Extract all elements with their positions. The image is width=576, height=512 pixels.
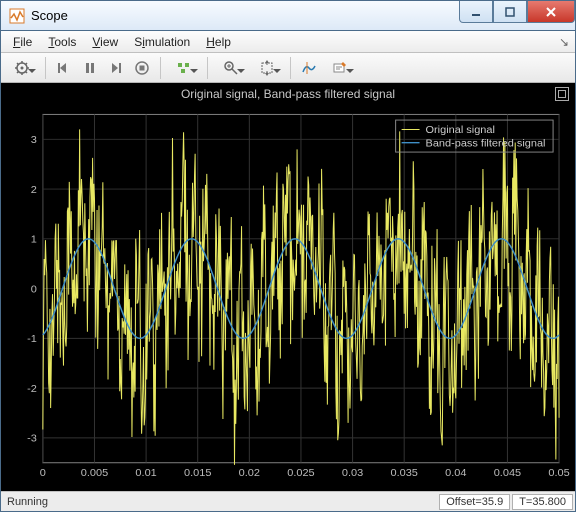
- svg-text:-3: -3: [27, 433, 37, 445]
- plot-title: Original signal, Band-pass filtered sign…: [1, 87, 575, 101]
- menu-help[interactable]: Help: [198, 33, 239, 51]
- svg-text:0.035: 0.035: [390, 467, 417, 479]
- menu-file[interactable]: File: [5, 33, 40, 51]
- autoscale-button[interactable]: [250, 56, 284, 80]
- zoom-button[interactable]: [214, 56, 248, 80]
- app-icon: [9, 8, 25, 24]
- svg-text:-1: -1: [27, 333, 37, 345]
- svg-text:0: 0: [31, 284, 37, 296]
- svg-text:0.015: 0.015: [184, 467, 211, 479]
- status-state: Running: [3, 496, 437, 508]
- annotate-button[interactable]: [323, 56, 357, 80]
- menu-view[interactable]: View: [84, 33, 126, 51]
- settings-button[interactable]: [5, 56, 39, 80]
- svg-text:0.02: 0.02: [239, 467, 260, 479]
- svg-text:0.03: 0.03: [342, 467, 363, 479]
- svg-text:0.04: 0.04: [445, 467, 466, 479]
- svg-text:0.025: 0.025: [287, 467, 314, 479]
- step-forward-button[interactable]: [104, 56, 128, 80]
- svg-text:1: 1: [31, 234, 37, 246]
- legend-label-1: Original signal: [426, 125, 495, 137]
- titlebar[interactable]: Scope: [1, 1, 575, 31]
- minimize-button[interactable]: [459, 1, 493, 23]
- status-time: T=35.800: [512, 494, 573, 510]
- svg-text:3: 3: [31, 134, 37, 146]
- plot-svg: -3 -2 -1 0 1 2 3 0 0.005 0.01 0.015 0.02 0.025 0.03 0…: [1, 105, 575, 491]
- svg-text:-2: -2: [27, 383, 37, 395]
- menubar: File Tools View Simulation Help ↘: [1, 31, 575, 53]
- svg-text:0.005: 0.005: [81, 467, 108, 479]
- svg-text:0.01: 0.01: [135, 467, 156, 479]
- menu-simulation[interactable]: Simulation: [126, 33, 198, 51]
- close-button[interactable]: [527, 1, 575, 23]
- cursor-button[interactable]: [297, 56, 321, 80]
- svg-text:2: 2: [31, 184, 37, 196]
- step-back-button[interactable]: [52, 56, 76, 80]
- window-title: Scope: [31, 8, 74, 23]
- stop-button[interactable]: [130, 56, 154, 80]
- menu-tools[interactable]: Tools: [40, 33, 84, 51]
- statusbar: Running Offset=35.9 T=35.800: [1, 491, 575, 511]
- svg-text:0: 0: [40, 467, 46, 479]
- pause-button[interactable]: [78, 56, 102, 80]
- toolbar: [1, 53, 575, 83]
- legend-label-2: Band-pass filtered signal: [426, 138, 546, 150]
- dock-icon[interactable]: ↘: [557, 35, 571, 49]
- maximize-button[interactable]: [493, 1, 527, 23]
- scope-window: Scope File Tools View Simulation Help ↘: [0, 0, 576, 512]
- svg-text:0.05: 0.05: [548, 467, 569, 479]
- svg-text:0.045: 0.045: [494, 467, 521, 479]
- status-offset: Offset=35.9: [439, 494, 510, 510]
- plot-maximize-icon[interactable]: [555, 87, 569, 101]
- triggers-button[interactable]: [167, 56, 201, 80]
- plot-area[interactable]: Original signal, Band-pass filtered sign…: [1, 83, 575, 491]
